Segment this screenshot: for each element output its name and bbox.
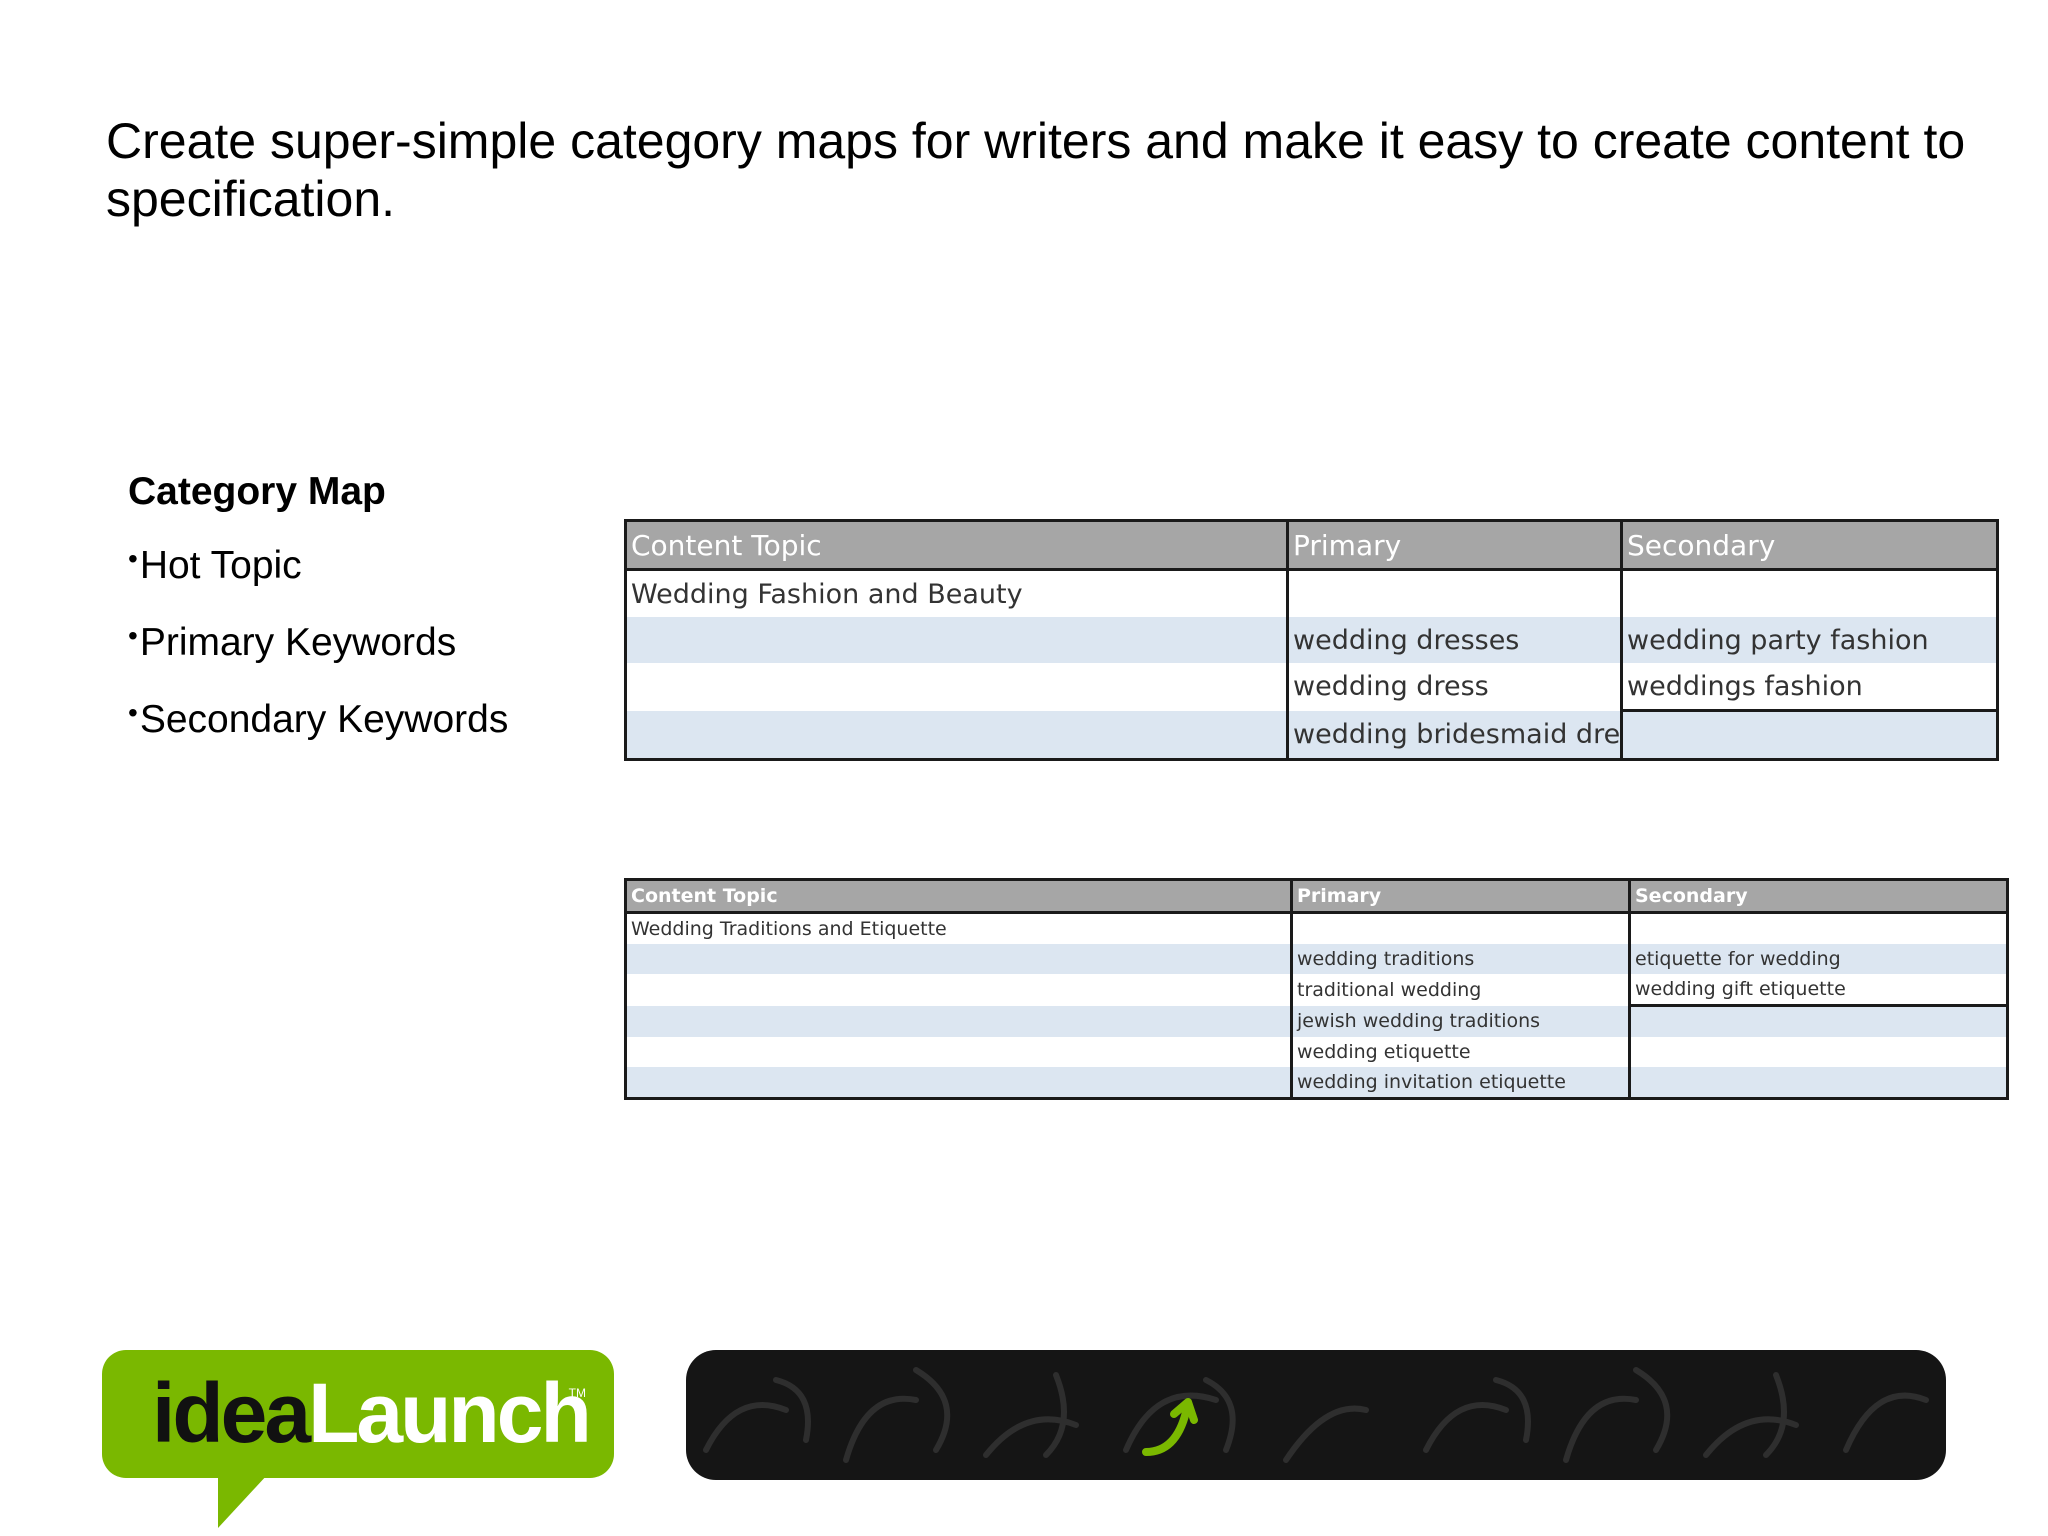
list-item-primary-keywords: •Primary Keywords xyxy=(128,620,457,664)
cell-primary: wedding traditions xyxy=(1290,944,1631,974)
swirl-arrows-pattern-icon xyxy=(703,1367,1929,1463)
table-row: Wedding Traditions and Etiquette xyxy=(624,912,2009,944)
table-row: traditional wedding wedding gift etiquet… xyxy=(624,974,2009,1007)
table-row: Wedding Fashion and Beauty xyxy=(624,569,1999,617)
cell-secondary: etiquette for wedding xyxy=(1628,944,2009,974)
header-content-topic: Content Topic xyxy=(624,519,1289,571)
cell-secondary: weddings fashion xyxy=(1620,663,1999,712)
cell-primary: wedding dress xyxy=(1286,663,1623,711)
table-header-row: Content Topic Primary Secondary xyxy=(624,878,2009,914)
cell-secondary xyxy=(1628,1037,2009,1067)
cell-secondary xyxy=(1628,1005,2009,1037)
table-row: jewish wedding traditions xyxy=(624,1005,2009,1037)
list-item-hot-topic: •Hot Topic xyxy=(128,543,302,587)
header-content-topic: Content Topic xyxy=(624,878,1293,914)
cell-content-topic xyxy=(624,1037,1293,1067)
cell-secondary xyxy=(1620,710,1999,761)
cell-content-topic xyxy=(624,663,1289,711)
cell-primary xyxy=(1290,912,1631,944)
category-map-table-fashion: Content Topic Primary Secondary Wedding … xyxy=(624,519,1999,761)
logo-wordmark: ideaLaunch xyxy=(152,1366,592,1460)
table-row: wedding dresses wedding party fashion xyxy=(624,617,1999,663)
table-row: wedding etiquette xyxy=(624,1037,2009,1067)
category-map-table-traditions: Content Topic Primary Secondary Wedding … xyxy=(624,878,2009,1100)
header-primary: Primary xyxy=(1286,519,1623,571)
header-secondary: Secondary xyxy=(1620,519,1999,571)
category-map-list: Category Map •Hot Topic •Primary Keyword… xyxy=(128,470,508,767)
cell-primary: wedding etiquette xyxy=(1290,1037,1631,1067)
cell-secondary: wedding party fashion xyxy=(1620,617,1999,663)
table-row: wedding dress weddings fashion xyxy=(624,663,1999,712)
cell-content-topic xyxy=(624,710,1289,761)
bullet-icon: • xyxy=(128,620,138,651)
cell-content-topic xyxy=(624,944,1293,974)
list-item-secondary-keywords: •Secondary Keywords xyxy=(128,697,509,741)
idealaunch-logo: ideaLaunch TM xyxy=(102,1350,614,1478)
cell-secondary xyxy=(1620,569,1999,617)
table-row: wedding invitation etiquette xyxy=(624,1067,2009,1100)
speech-bubble-tail-icon xyxy=(218,1474,268,1528)
cell-secondary xyxy=(1628,1067,2009,1100)
cell-secondary xyxy=(1628,912,2009,944)
footer-banner xyxy=(686,1350,1946,1480)
cell-primary: traditional wedding xyxy=(1290,974,1631,1006)
table-header-row: Content Topic Primary Secondary xyxy=(624,519,1999,571)
cell-primary xyxy=(1286,569,1623,617)
cell-content-topic: Wedding Traditions and Etiquette xyxy=(624,912,1293,944)
table-row: wedding bridesmaid dresses xyxy=(624,710,1999,761)
cell-content-topic xyxy=(624,617,1289,663)
trademark-mark: TM xyxy=(568,1386,586,1400)
header-secondary: Secondary xyxy=(1628,878,2009,914)
cell-primary: wedding invitation etiquette xyxy=(1290,1067,1631,1100)
header-primary: Primary xyxy=(1290,878,1631,914)
cell-content-topic xyxy=(624,1005,1293,1037)
bullet-icon: • xyxy=(128,697,138,728)
category-map-heading: Category Map xyxy=(128,470,386,513)
page-title: Create super-simple category maps for wr… xyxy=(106,113,1966,227)
bullet-icon: • xyxy=(128,543,138,574)
cell-content-topic: Wedding Fashion and Beauty xyxy=(624,569,1289,617)
cell-primary: wedding dresses xyxy=(1286,617,1623,663)
cell-primary: wedding bridesmaid dresses xyxy=(1286,710,1623,761)
cell-primary: jewish wedding traditions xyxy=(1290,1005,1631,1037)
cell-secondary: wedding gift etiquette xyxy=(1628,974,2009,1007)
cell-content-topic xyxy=(624,1067,1293,1100)
cell-content-topic xyxy=(624,974,1293,1006)
table-row: wedding traditions etiquette for wedding xyxy=(624,944,2009,974)
